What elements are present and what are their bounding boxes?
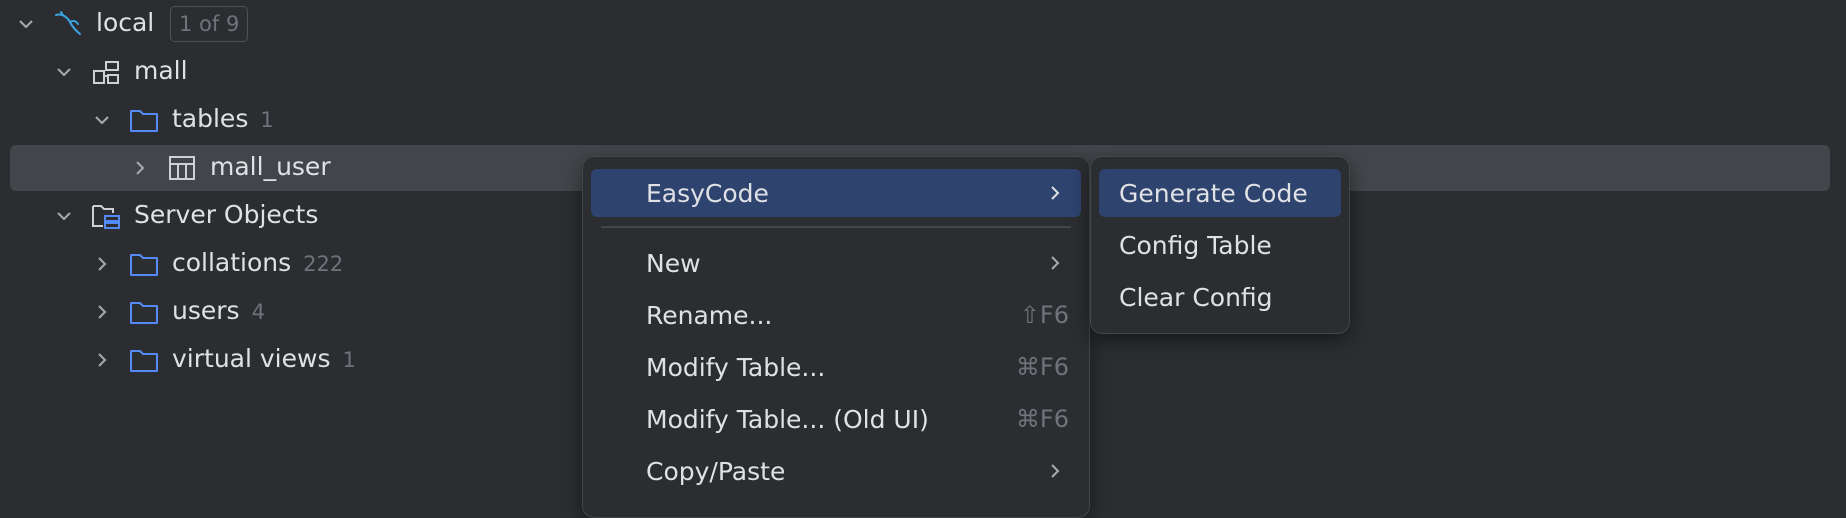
shortcut-label: ⇧F6: [1019, 301, 1069, 329]
shortcut-label: ⌘F6: [1015, 353, 1069, 381]
menu-item-modify-table[interactable]: Modify Table... ⌘F6: [591, 343, 1081, 391]
tree-node-label: tables 1: [172, 104, 274, 133]
chevron-right-icon[interactable]: [90, 252, 114, 276]
tree-node-label: users 4: [172, 296, 265, 325]
menu-item-config-table[interactable]: Config Table: [1099, 221, 1341, 269]
menu-separator: [601, 226, 1071, 228]
menu-item-label: Generate Code: [1119, 178, 1308, 208]
tree-node-label: Server Objects: [134, 200, 319, 229]
schema-icon: [90, 57, 122, 89]
tree-node-label: collations 222: [172, 248, 344, 277]
chevron-right-icon[interactable]: [90, 300, 114, 324]
item-count: 1: [260, 108, 274, 132]
tree-node-label: mall: [134, 56, 188, 85]
folder-icon: [128, 248, 160, 280]
folder-icon: [128, 104, 160, 136]
menu-item-label: Config Table: [1119, 230, 1272, 260]
tree-node-label: local: [96, 8, 155, 37]
item-count: 4: [251, 300, 265, 324]
chevron-right-icon[interactable]: [128, 156, 152, 180]
menu-item-label: Copy/Paste: [646, 456, 786, 486]
menu-item-rename[interactable]: Rename... ⇧F6: [591, 291, 1081, 339]
menu-item-copy-paste[interactable]: Copy/Paste: [591, 447, 1081, 495]
menu-item-clear-config[interactable]: Clear Config: [1099, 273, 1341, 321]
menu-item-label: Clear Config: [1119, 282, 1273, 312]
item-count: 222: [303, 252, 344, 276]
match-count-badge: 1 of 9: [170, 6, 249, 42]
chevron-right-icon: [1043, 181, 1067, 205]
context-menu: EasyCode New Rename... ⇧F6 Modify Table.…: [582, 156, 1090, 518]
tree-node-label: virtual views 1: [172, 344, 356, 373]
chevron-down-icon[interactable]: [14, 12, 38, 36]
chevron-down-icon[interactable]: [52, 204, 76, 228]
menu-item-label: Modify Table...: [646, 352, 826, 382]
menu-item-label: Rename...: [646, 300, 773, 330]
menu-item-label: Modify Table... (Old UI): [646, 404, 929, 434]
easycode-submenu: Generate Code Config Table Clear Config: [1090, 156, 1350, 334]
shortcut-label: ⌘F6: [1015, 405, 1069, 433]
chevron-right-icon[interactable]: [90, 348, 114, 372]
menu-item-modify-table-old-ui[interactable]: Modify Table... (Old UI) ⌘F6: [591, 395, 1081, 443]
menu-item-new[interactable]: New: [591, 239, 1081, 287]
folder-icon: [128, 296, 160, 328]
table-icon: [166, 152, 198, 184]
tree-node-label: mall_user: [210, 152, 331, 181]
chevron-right-icon: [1043, 459, 1067, 483]
menu-item-generate-code[interactable]: Generate Code: [1099, 169, 1341, 217]
server-objects-icon: [90, 200, 122, 232]
folder-icon: [128, 344, 160, 376]
chevron-down-icon[interactable]: [90, 108, 114, 132]
menu-item-label: EasyCode: [646, 178, 769, 208]
chevron-down-icon[interactable]: [52, 60, 76, 84]
item-count: 1: [342, 348, 356, 372]
mysql-datasource-icon: [52, 8, 84, 40]
chevron-right-icon: [1043, 251, 1067, 275]
menu-item-label: New: [646, 248, 701, 278]
menu-item-easycode[interactable]: EasyCode: [591, 169, 1081, 217]
